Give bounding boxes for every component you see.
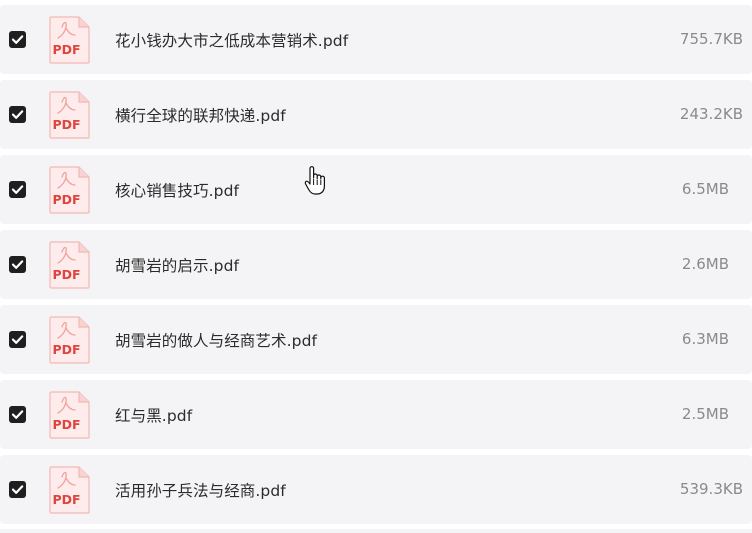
- file-checkbox[interactable]: [9, 481, 26, 498]
- file-size: 243.2KB: [679, 105, 743, 123]
- file-checkbox[interactable]: [9, 31, 26, 48]
- file-row[interactable]: PDF 核心销售技巧.pdf 6.5MB: [0, 155, 752, 224]
- file-name[interactable]: 活用孙子兵法与经商.pdf: [115, 479, 286, 501]
- file-row[interactable]: PDF 胡雪岩的启示.pdf 2.6MB: [0, 230, 752, 299]
- pdf-file-icon: PDF: [49, 316, 90, 364]
- pdf-file-icon: PDF: [49, 391, 90, 439]
- file-row[interactable]: PDF 红与黑.pdf 2.5MB: [0, 380, 752, 449]
- file-checkbox[interactable]: [9, 256, 26, 273]
- pdf-file-icon: PDF: [49, 166, 90, 214]
- file-size: 2.6MB: [681, 255, 729, 273]
- file-checkbox[interactable]: [9, 106, 26, 123]
- file-row[interactable]: PDF 花小钱办大市之低成本营销术.pdf 755.7KB: [0, 5, 752, 74]
- pdf-icon-label: PDF: [53, 192, 81, 207]
- pdf-icon-label: PDF: [53, 117, 81, 132]
- file-row[interactable]: PDF 横行全球的联邦快递.pdf 243.2KB: [0, 80, 752, 149]
- pdf-file-icon: PDF: [49, 16, 90, 64]
- checkmark-icon: [11, 335, 24, 344]
- file-size: 755.7KB: [679, 30, 743, 48]
- checkmark-icon: [11, 35, 24, 44]
- file-size: 2.5MB: [681, 405, 729, 423]
- file-checkbox[interactable]: [9, 406, 26, 423]
- pdf-file-icon: PDF: [49, 466, 90, 514]
- file-name[interactable]: 胡雪岩的做人与经商艺术.pdf: [115, 329, 317, 351]
- file-size: 539.3KB: [679, 480, 743, 498]
- file-row[interactable]: PDF 活用孙子兵法与经商.pdf 539.3KB: [0, 455, 752, 524]
- file-name[interactable]: 横行全球的联邦快递.pdf: [115, 104, 286, 126]
- checkmark-icon: [11, 410, 24, 419]
- checkmark-icon: [11, 485, 24, 494]
- file-row[interactable]: PDF 胡雪岩的做人与经商艺术.pdf 6.3MB: [0, 305, 752, 374]
- pdf-icon-label: PDF: [53, 342, 81, 357]
- file-name[interactable]: 花小钱办大市之低成本营销术.pdf: [115, 29, 348, 51]
- file-list: PDF 花小钱办大市之低成本营销术.pdf 755.7KB PDF 横行全球的联…: [0, 0, 752, 533]
- file-size: 6.3MB: [681, 330, 729, 348]
- file-name[interactable]: 红与黑.pdf: [115, 404, 192, 426]
- pdf-file-icon: PDF: [49, 241, 90, 289]
- pdf-file-icon: PDF: [49, 91, 90, 139]
- checkmark-icon: [11, 260, 24, 269]
- pdf-icon-label: PDF: [53, 267, 81, 282]
- next-file-row-edge: [0, 529, 752, 533]
- file-name[interactable]: 胡雪岩的启示.pdf: [115, 254, 239, 276]
- file-checkbox[interactable]: [9, 181, 26, 198]
- pdf-icon-label: PDF: [53, 492, 81, 507]
- pdf-icon-label: PDF: [53, 42, 81, 57]
- checkmark-icon: [11, 110, 24, 119]
- checkmark-icon: [11, 185, 24, 194]
- file-checkbox[interactable]: [9, 331, 26, 348]
- pdf-icon-label: PDF: [53, 417, 81, 432]
- file-name[interactable]: 核心销售技巧.pdf: [115, 179, 239, 201]
- file-size: 6.5MB: [681, 180, 729, 198]
